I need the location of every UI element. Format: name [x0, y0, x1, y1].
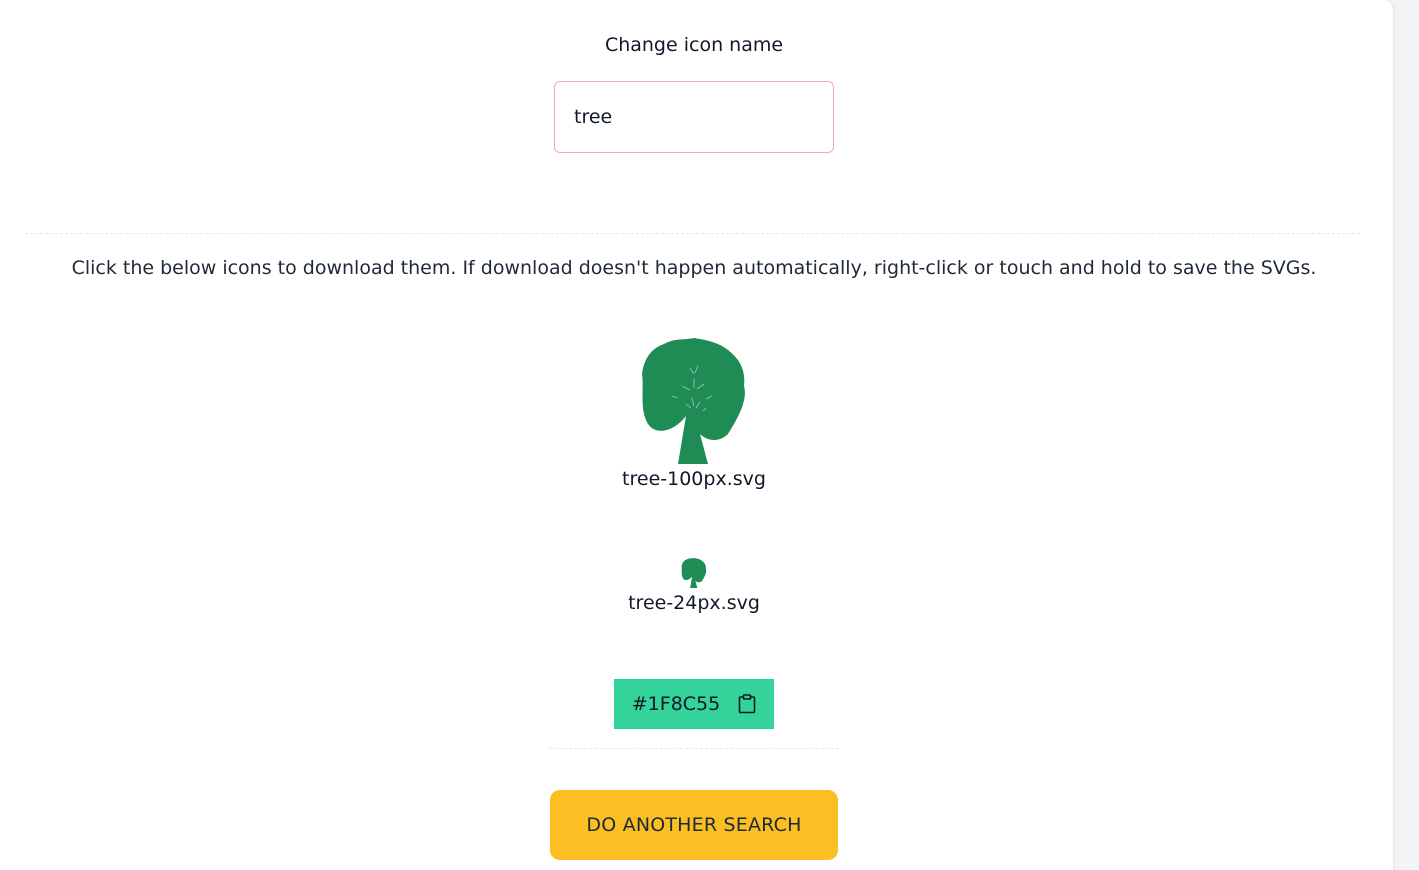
change-icon-name-label: Change icon name	[604, 34, 784, 56]
tree-100px-filename: tree-100px.svg	[622, 468, 766, 490]
divider	[25, 233, 1360, 234]
tree-icon	[642, 338, 745, 464]
divider	[549, 748, 839, 749]
copy-color-button[interactable]: #1F8C55	[614, 679, 774, 729]
download-instructions: Click the below icons to download them. …	[71, 257, 1317, 279]
icon-name-input[interactable]	[554, 81, 834, 153]
color-hex-value: #1F8C55	[631, 693, 721, 715]
clipboard-icon	[738, 694, 756, 714]
do-another-search-button[interactable]: DO ANOTHER SEARCH	[550, 790, 838, 860]
download-tree-100px-link[interactable]: tree-100px.svg	[594, 338, 794, 490]
download-tree-24px-link[interactable]: tree-24px.svg	[594, 558, 794, 614]
tree-icon	[681, 558, 707, 588]
main-card: Change icon name Click the below icons t…	[0, 0, 1393, 870]
tree-24px-filename: tree-24px.svg	[628, 592, 760, 614]
